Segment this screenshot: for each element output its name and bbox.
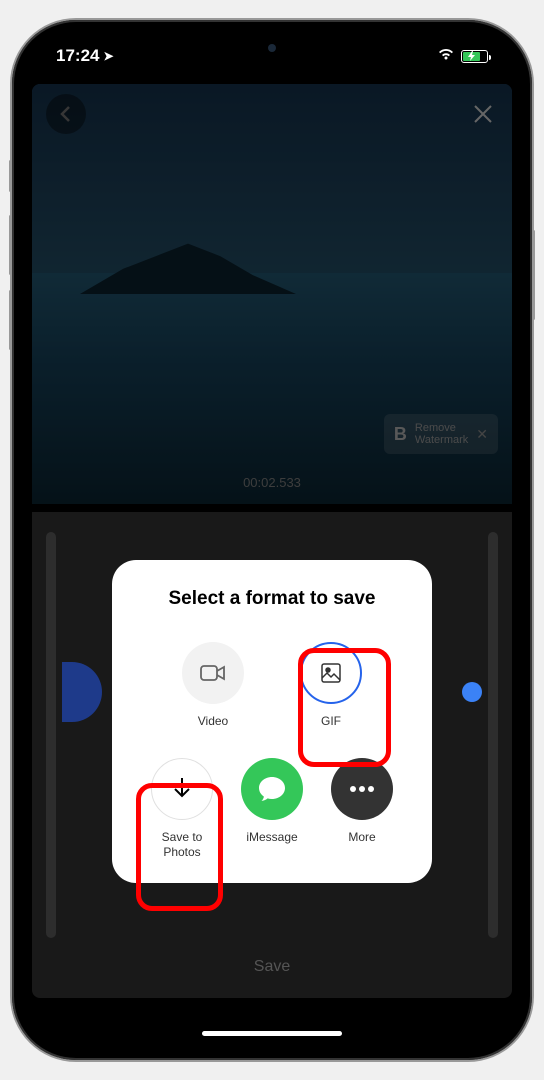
save-photos-label: Save to Photos [162,830,203,859]
image-icon [319,661,343,685]
timeline-strip-left [46,532,56,938]
hidden-button-right [462,682,482,702]
save-to-photos-button[interactable] [151,758,213,820]
download-arrow-icon [171,776,193,802]
battery-icon [461,50,488,63]
video-preview: B Remove Watermark ✕ 00:02.533 [32,84,512,504]
timeline-strip-right [488,532,498,938]
imessage-button[interactable] [241,758,303,820]
status-time: 17:24 [56,46,99,66]
imessage-label: iMessage [246,830,297,844]
hidden-button-left [62,662,102,722]
share-actions-row: Save to Photos iMessage More [128,758,416,859]
dim-overlay [32,84,512,504]
screen: 17:24 ➤ [26,34,518,1046]
speech-bubble-icon [257,775,287,803]
volume-down [9,290,12,350]
modal-title: Select a format to save [128,588,416,610]
phone-frame: 17:24 ➤ [12,20,532,1060]
more-label: More [348,830,375,844]
gif-format-button[interactable] [300,642,362,704]
mute-switch [9,160,12,192]
gif-label: GIF [321,714,341,728]
imessage-item: iMessage [241,758,303,859]
more-item: More [331,758,393,859]
app-content: B Remove Watermark ✕ 00:02.533 Save [26,34,518,1046]
save-to-photos-item: Save to Photos [151,758,213,859]
video-format-button[interactable] [182,642,244,704]
location-arrow-icon: ➤ [103,49,113,63]
save-button-dimmed: Save [254,958,290,976]
power-button [532,230,535,320]
volume-up [9,215,12,275]
video-label: Video [198,714,228,728]
wifi-icon [437,46,455,66]
video-camera-icon [199,663,227,683]
format-gif-item: GIF [300,642,362,728]
format-select-modal: Select a format to save Video GIF [112,560,432,883]
home-indicator[interactable] [202,1031,342,1036]
format-options-row: Video GIF [128,642,416,728]
more-button[interactable] [331,758,393,820]
notch [167,34,377,64]
format-video-item: Video [182,642,244,728]
more-dots-icon [349,785,375,793]
